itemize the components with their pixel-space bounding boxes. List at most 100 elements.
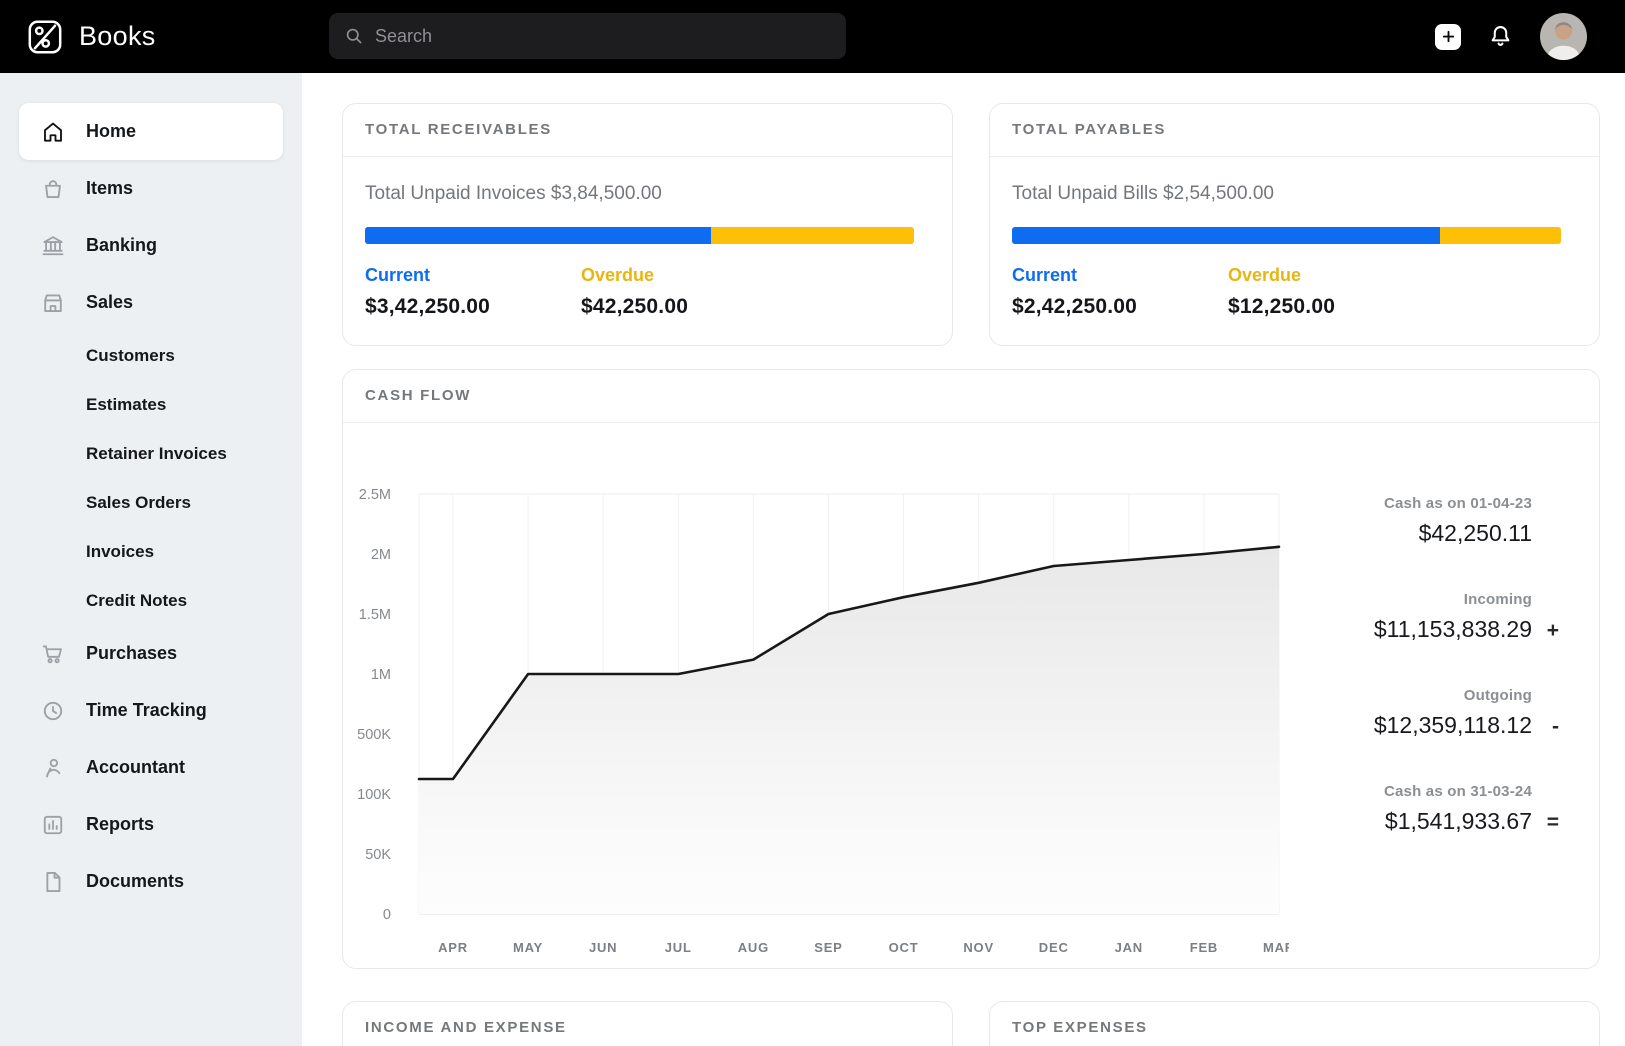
sidebar-item-label: Banking: [86, 235, 157, 256]
accountant-icon: [39, 754, 67, 782]
home-icon: [39, 118, 67, 146]
purchases-icon: [39, 640, 67, 668]
sidebar-item-home[interactable]: Home: [19, 103, 283, 160]
items-icon: [39, 175, 67, 203]
cash-flow-title: CASH FLOW: [365, 387, 471, 404]
documents-icon: [39, 868, 67, 896]
sidebar-item-banking[interactable]: Banking: [19, 217, 283, 274]
topbar-actions: [1435, 13, 1625, 60]
cash-flow-stats: Cash as on 01-04-23 $42,250.11 Incoming …: [1289, 423, 1599, 968]
books-logo-icon: [26, 18, 64, 56]
card-header: TOP EXPENSES: [990, 1002, 1599, 1046]
banking-icon: [39, 232, 67, 260]
svg-text:JUL: JUL: [665, 940, 692, 955]
total-receivables-card: TOTAL RECEIVABLES Total Unpaid Invoices …: [342, 103, 953, 346]
unpaid-bills-summary: Total Unpaid Bills $2,54,500.00: [1012, 183, 1561, 205]
search-bar[interactable]: [329, 13, 846, 59]
sidebar-subitem-invoices[interactable]: Invoices: [19, 527, 283, 576]
top-expenses-title: TOP EXPENSES: [1012, 1019, 1148, 1036]
unpaid-invoices-summary: Total Unpaid Invoices $3,84,500.00: [365, 183, 914, 205]
time-tracking-icon: [39, 697, 67, 725]
bell-icon: [1487, 23, 1514, 50]
sidebar-item-label: Sales: [86, 292, 133, 313]
sidebar: HomeItemsBankingSalesCustomersEstimatesR…: [0, 73, 302, 1046]
search-icon: [344, 26, 364, 46]
sidebar-subitem-estimates[interactable]: Estimates: [19, 380, 283, 429]
svg-text:NOV: NOV: [963, 940, 994, 955]
svg-text:1.5M: 1.5M: [359, 607, 391, 623]
receivables-title: TOTAL RECEIVABLES: [365, 121, 552, 138]
svg-text:JAN: JAN: [1115, 940, 1143, 955]
sidebar-subitem-customers[interactable]: Customers: [19, 331, 283, 380]
income-expense-title: INCOME AND EXPENSE: [365, 1019, 567, 1036]
sidebar-item-documents[interactable]: Documents: [19, 853, 283, 910]
sidebar-item-label: Purchases: [86, 643, 177, 664]
payables-current-amount: $2,42,250.00: [1012, 295, 1228, 319]
sidebar-item-label: Home: [86, 121, 136, 142]
svg-text:OCT: OCT: [889, 940, 919, 955]
card-header: CASH FLOW: [343, 370, 1599, 423]
card-header: INCOME AND EXPENSE: [343, 1002, 952, 1046]
income-expense-card: INCOME AND EXPENSE: [342, 1001, 953, 1046]
app-title: Books: [79, 21, 156, 52]
svg-text:500K: 500K: [357, 727, 391, 743]
payables-overdue-amount: $12,250.00: [1228, 295, 1335, 319]
notifications-button[interactable]: [1487, 23, 1514, 50]
top-expenses-card: TOP EXPENSES: [989, 1001, 1600, 1046]
sidebar-item-label: Reports: [86, 814, 154, 835]
sales-icon: [39, 289, 67, 317]
avatar-photo: [1540, 13, 1587, 60]
sidebar-item-label: Accountant: [86, 757, 185, 778]
plus-icon: [1441, 29, 1456, 44]
svg-text:MAY: MAY: [513, 940, 543, 955]
summary-cards-row: TOTAL RECEIVABLES Total Unpaid Invoices …: [342, 103, 1600, 346]
receivables-overdue-amount: $42,250.00: [581, 295, 688, 319]
payables-title: TOTAL PAYABLES: [1012, 121, 1166, 138]
sidebar-item-reports[interactable]: Reports: [19, 796, 283, 853]
card-header: TOTAL RECEIVABLES: [343, 104, 952, 157]
sidebar-item-sales[interactable]: Sales: [19, 274, 283, 331]
svg-text:0: 0: [383, 907, 391, 923]
app-logo[interactable]: Books: [26, 18, 156, 56]
svg-text:100K: 100K: [357, 787, 391, 803]
sidebar-item-time-tracking[interactable]: Time Tracking: [19, 682, 283, 739]
payables-progress-bar: [1012, 227, 1561, 244]
stat-closing-cash: Cash as on 31-03-24 $1,541,933.67=: [1289, 783, 1559, 835]
avatar[interactable]: [1540, 13, 1587, 60]
receivables-progress-bar: [365, 227, 914, 244]
svg-text:50K: 50K: [365, 847, 391, 863]
stat-outgoing: Outgoing $12,359,118.12-: [1289, 687, 1559, 739]
svg-text:APR: APR: [438, 940, 468, 955]
svg-text:1M: 1M: [371, 667, 391, 683]
add-button[interactable]: [1435, 24, 1461, 50]
bottom-cards-row: INCOME AND EXPENSE TOP EXPENSES: [342, 1001, 1600, 1046]
sidebar-item-accountant[interactable]: Accountant: [19, 739, 283, 796]
receivables-current: Current $3,42,250.00: [365, 265, 581, 319]
sidebar-subitem-retainer-invoices[interactable]: Retainer Invoices: [19, 429, 283, 478]
sidebar-item-label: Documents: [86, 871, 184, 892]
payables-current-fill: [1012, 227, 1440, 244]
sidebar-item-label: Items: [86, 178, 133, 199]
sidebar-subitem-credit-notes[interactable]: Credit Notes: [19, 576, 283, 625]
payables-overdue: Overdue $12,250.00: [1228, 265, 1335, 319]
payables-current: Current $2,42,250.00: [1012, 265, 1228, 319]
svg-text:SEP: SEP: [814, 940, 842, 955]
receivables-current-fill: [365, 227, 711, 244]
main-content: TOTAL RECEIVABLES Total Unpaid Invoices …: [302, 73, 1625, 1046]
cash-flow-chart: 0 50K 100K 500K 1M 1.5M 2M 2.5M APR MAY JUN JUL AUG S…: [349, 423, 1289, 968]
svg-text:FEB: FEB: [1190, 940, 1218, 955]
topbar: Books: [0, 0, 1625, 73]
sidebar-item-label: Time Tracking: [86, 700, 207, 721]
svg-text:AUG: AUG: [738, 940, 769, 955]
search-input[interactable]: [375, 26, 815, 47]
svg-text:2M: 2M: [371, 547, 391, 563]
svg-text:JUN: JUN: [589, 940, 617, 955]
total-payables-card: TOTAL PAYABLES Total Unpaid Bills $2,54,…: [989, 103, 1600, 346]
sidebar-subitem-sales-orders[interactable]: Sales Orders: [19, 478, 283, 527]
reports-icon: [39, 811, 67, 839]
stat-incoming: Incoming $11,153,838.29+: [1289, 591, 1559, 643]
sidebar-item-purchases[interactable]: Purchases: [19, 625, 283, 682]
receivables-overdue: Overdue $42,250.00: [581, 265, 688, 319]
sidebar-item-items[interactable]: Items: [19, 160, 283, 217]
svg-text:2.5M: 2.5M: [359, 487, 391, 503]
